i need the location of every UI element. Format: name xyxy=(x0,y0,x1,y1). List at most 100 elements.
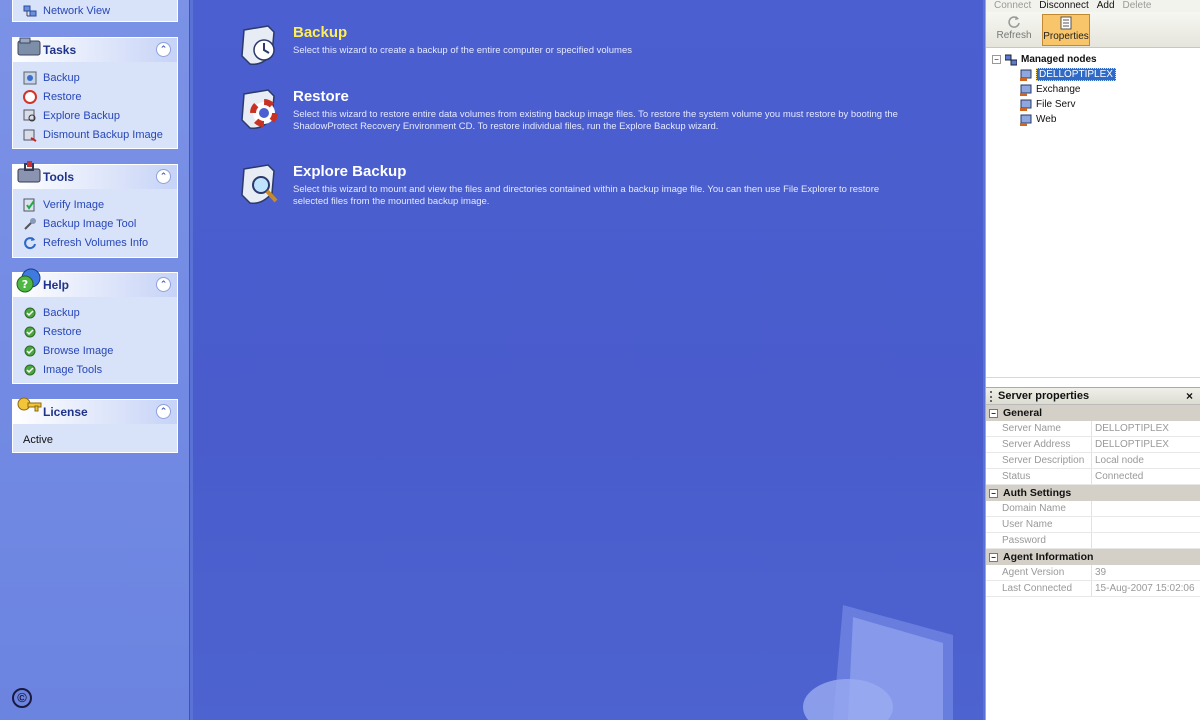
task-dismount-label: Dismount Backup Image xyxy=(43,128,163,141)
network-icon xyxy=(23,5,37,16)
property-value[interactable] xyxy=(1092,501,1200,516)
copyright-icon: © xyxy=(12,688,32,708)
refresh-button-label: Refresh xyxy=(996,30,1032,41)
wizard-backup[interactable]: Backup Select this wizard to create a ba… xyxy=(238,24,938,66)
property-row[interactable]: User Name xyxy=(986,517,1200,533)
property-category-auth-settings[interactable]: − Auth Settings xyxy=(986,485,1200,501)
wizard-backup-title[interactable]: Backup xyxy=(293,24,938,41)
network-panel: Network View xyxy=(12,0,178,22)
server-icon xyxy=(1020,84,1032,96)
tools-panel-header[interactable]: Tools ⌃ xyxy=(13,161,177,189)
tools-panel: Tools ⌃ Verify Image Backup Image Tool R… xyxy=(12,161,178,258)
property-row[interactable]: Password xyxy=(986,533,1200,549)
category-collapse-icon[interactable]: − xyxy=(989,408,998,418)
wizard-explore-title[interactable]: Explore Backup xyxy=(293,163,938,180)
property-row[interactable]: Status Connected xyxy=(986,469,1200,485)
close-icon[interactable]: × xyxy=(1186,389,1193,403)
properties-button[interactable]: Properties xyxy=(1042,14,1090,46)
help-browse-image[interactable]: Browse Image xyxy=(23,341,177,360)
tree-collapse-icon[interactable]: − xyxy=(992,55,1001,64)
tree-root[interactable]: − Managed nodes xyxy=(992,52,1200,67)
tasks-panel-header[interactable]: Tasks ⌃ xyxy=(13,37,177,62)
help-panel-header[interactable]: ? Help ⌃ xyxy=(13,268,177,297)
property-value[interactable] xyxy=(1092,517,1200,532)
wizard-restore-title[interactable]: Restore xyxy=(293,88,938,105)
tool-backup-image-tool[interactable]: Backup Image Tool xyxy=(23,214,177,233)
license-collapse-icon[interactable]: ⌃ xyxy=(156,404,171,419)
property-category-agent-information[interactable]: − Agent Information xyxy=(986,549,1200,565)
menu-disconnect[interactable]: Disconnect xyxy=(1039,0,1088,12)
property-row[interactable]: Server Address DELLOPTIPLEX xyxy=(986,437,1200,453)
property-category-general[interactable]: − General xyxy=(986,405,1200,421)
help-backup[interactable]: Backup xyxy=(23,303,177,322)
tool-verify-image-label: Verify Image xyxy=(43,198,105,211)
property-key: Last Connected xyxy=(986,581,1092,596)
properties-icon xyxy=(1060,16,1072,30)
task-restore-label: Restore xyxy=(43,90,82,103)
dismount-task-icon xyxy=(23,129,37,142)
node-toolbar: Refresh Properties xyxy=(986,12,1200,48)
properties-button-label: Properties xyxy=(1043,31,1089,42)
tools-collapse-icon[interactable]: ⌃ xyxy=(156,169,171,184)
property-row[interactable]: Domain Name xyxy=(986,501,1200,517)
help-panel: ? Help ⌃ Backup Restore Browse Image Ima… xyxy=(12,268,178,384)
tool-backup-image-tool-label: Backup Image Tool xyxy=(43,217,137,230)
tree-node-exchange-label: Exchange xyxy=(1036,84,1081,95)
tree-root-label: Managed nodes xyxy=(1021,54,1097,65)
menu-delete[interactable]: Delete xyxy=(1123,0,1152,12)
tasks-collapse-icon[interactable]: ⌃ xyxy=(156,42,171,57)
property-row[interactable]: Last Connected 15-Aug-2007 15:02:06 xyxy=(986,581,1200,597)
tree-node-delloptiplex[interactable]: DELLOPTIPLEX xyxy=(992,67,1200,82)
help-restore[interactable]: Restore xyxy=(23,322,177,341)
help-collapse-icon[interactable]: ⌃ xyxy=(156,277,171,292)
help-image-tools-label: Image Tools xyxy=(43,363,103,376)
task-backup[interactable]: Backup xyxy=(23,68,177,87)
property-value[interactable] xyxy=(1092,533,1200,548)
drag-grip-icon[interactable] xyxy=(990,391,992,402)
help-bullet-icon xyxy=(24,326,36,337)
server-properties-title: Server properties xyxy=(998,390,1090,402)
help-image-tools[interactable]: Image Tools xyxy=(23,360,177,379)
property-row[interactable]: Agent Version 39 xyxy=(986,565,1200,581)
license-status: Active xyxy=(23,434,53,446)
managed-nodes-tree: − Managed nodes DELLOPTIPLEX Exchange Fi… xyxy=(986,48,1200,378)
property-value: Local node xyxy=(1095,455,1144,466)
tree-node-web-label: Web xyxy=(1036,114,1057,125)
management-panel: Connect Disconnect Add Delete Refresh Pr… xyxy=(985,0,1200,720)
category-collapse-icon[interactable]: − xyxy=(989,488,998,498)
help-title: Help xyxy=(43,278,70,292)
property-row[interactable]: Server Name DELLOPTIPLEX xyxy=(986,421,1200,437)
menu-connect[interactable]: Connect xyxy=(994,0,1031,12)
explore-task-icon xyxy=(23,109,36,121)
property-row[interactable]: Server Description Local node xyxy=(986,453,1200,469)
tool-verify-image[interactable]: Verify Image xyxy=(23,195,177,214)
sidebar-link-network-view[interactable]: Network View xyxy=(23,1,177,20)
help-bullet-icon xyxy=(24,345,36,356)
network-nodes-icon xyxy=(1005,54,1017,65)
task-dismount-backup-image[interactable]: Dismount Backup Image xyxy=(23,125,177,144)
restore-lifebuoy-icon xyxy=(241,89,278,130)
task-explore-backup[interactable]: Explore Backup xyxy=(23,106,177,125)
server-icon xyxy=(1020,114,1032,126)
tool-refresh-volumes-info[interactable]: Refresh Volumes Info xyxy=(23,233,177,252)
refresh-volumes-icon xyxy=(24,236,36,249)
tree-node-file-serv[interactable]: File Serv xyxy=(992,97,1200,112)
help-bullet-icon xyxy=(24,364,36,375)
task-explore-backup-label: Explore Backup xyxy=(43,109,121,122)
property-value: 39 xyxy=(1095,567,1107,578)
category-collapse-icon[interactable]: − xyxy=(989,552,998,562)
task-restore[interactable]: Restore xyxy=(23,87,177,106)
license-panel-header[interactable]: License ⌃ xyxy=(13,397,177,424)
tree-node-web[interactable]: Web xyxy=(992,112,1200,127)
help-bullet-icon xyxy=(24,307,36,318)
tree-node-delloptiplex-label: DELLOPTIPLEX xyxy=(1036,68,1116,81)
category-agent-label: Agent Information xyxy=(1003,551,1094,563)
refresh-button[interactable]: Refresh xyxy=(990,14,1038,46)
wizard-restore[interactable]: Restore Select this wizard to restore en… xyxy=(238,88,938,133)
property-key: User Name xyxy=(986,517,1092,532)
wizard-explore-backup[interactable]: Explore Backup Select this wizard to mou… xyxy=(238,163,938,208)
help-backup-label: Backup xyxy=(43,306,80,319)
property-value: Connected xyxy=(1095,471,1144,482)
menu-add[interactable]: Add xyxy=(1097,0,1115,12)
tree-node-exchange[interactable]: Exchange xyxy=(992,82,1200,97)
